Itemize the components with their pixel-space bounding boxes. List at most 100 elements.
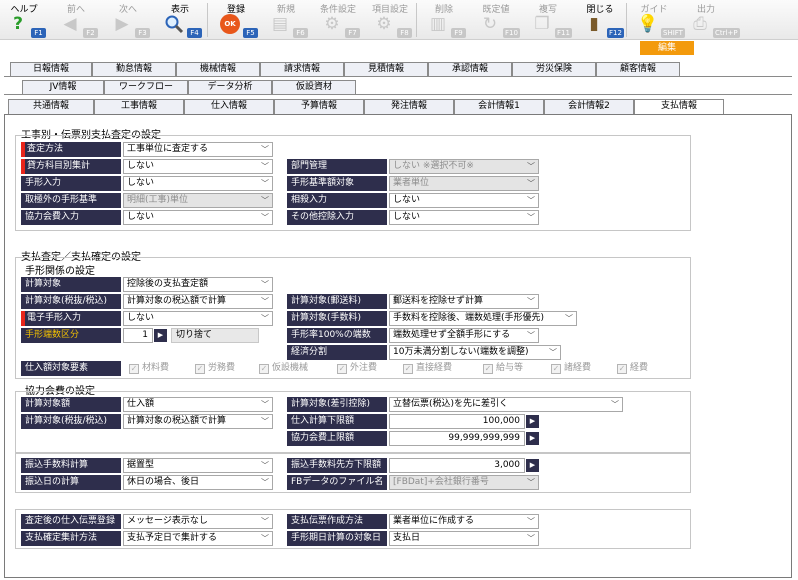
element-expense-checkbox[interactable]: ✓ 経費 (617, 361, 648, 376)
check-icon: ✓ (129, 364, 139, 374)
element-salary-checkbox[interactable]: ✓ 給与等 (483, 361, 523, 376)
chevron-down-icon: ﹀ (261, 417, 269, 426)
prev-button[interactable]: 前へ ◀ F2 (52, 0, 100, 40)
element-temporary-machine-checkbox[interactable]: ✓ 仮設機械 (259, 361, 308, 376)
transfer-fee-calc-select[interactable]: 据置型 ﹀ (123, 458, 273, 473)
bill-fraction-lookup-button[interactable]: ▶ (154, 329, 167, 342)
transfer-fee-calc-label: 振込手数料計算 (21, 458, 121, 473)
view-fkey: F4 (187, 28, 202, 38)
tab-budget[interactable]: 予算情報 (274, 99, 364, 114)
tab-payment[interactable]: 支払情報 (634, 99, 724, 115)
assess-method-select[interactable]: 工事単位に査定する ﹀ (123, 142, 273, 157)
trash-icon: ▥ (429, 14, 447, 34)
chevron-down-icon: ﹀ (261, 478, 269, 487)
chevron-down-icon: ﹀ (261, 213, 269, 222)
close-button[interactable]: 閉じる ▮ F12 (576, 0, 624, 40)
tab-accounting-2[interactable]: 会計情報2 (544, 99, 634, 114)
bill-rate-fraction-select[interactable]: 端数処理せず全額手形にする ﹀ (389, 328, 539, 343)
element-overhead-checkbox[interactable]: ✓ 諸経費 (551, 361, 591, 376)
calc-target-select[interactable]: 控除後の支払査定額 ﹀ (123, 277, 273, 292)
delete-button[interactable]: 削除 ▥ F9 (420, 0, 468, 40)
tab-estimate[interactable]: 見積情報 (344, 62, 428, 76)
element-direct-expense-checkbox[interactable]: ✓ 直接経費 (403, 361, 452, 376)
tab-billing[interactable]: 請求情報 (260, 62, 344, 76)
coop-calc-target-tax-select[interactable]: 計算対象の税込額で計算 ﹀ (123, 414, 273, 429)
coop-max-input[interactable]: 99,999,999,999 (389, 431, 525, 446)
tab-common[interactable]: 共通情報 (8, 99, 94, 114)
calc-target-deduction-select[interactable]: 立替伝票(税込)を先に差引く ﹀ (389, 397, 623, 412)
copy-icon: ❐ (534, 14, 550, 34)
element-overhead-label: 諸経費 (564, 363, 592, 373)
copy-fkey: F11 (555, 28, 572, 38)
transfer-date-calc-select[interactable]: 休日の場合、後日 ﹀ (123, 475, 273, 490)
tab-purchase[interactable]: 仕入情報 (184, 99, 274, 114)
calc-amount-select[interactable]: 仕入額 ﹀ (123, 397, 273, 412)
guide-button[interactable]: ガイド 💡 SHIFT (630, 0, 685, 40)
default-button[interactable]: 既定値 ↻ F10 (472, 0, 520, 40)
tab-daily-report[interactable]: 日報情報 (10, 62, 92, 76)
new-button[interactable]: 新規 ▤ F6 (262, 0, 310, 40)
calc-target-postage-select[interactable]: 郵送料を控除せず計算 ﹀ (389, 294, 539, 309)
bill-base-target-select: 業者単位 ﹀ (389, 176, 539, 191)
element-subcontract-checkbox[interactable]: ✓ 外注費 (337, 361, 377, 376)
tab-jv[interactable]: JV情報 (22, 80, 104, 94)
prev-fkey: F2 (83, 28, 98, 38)
element-material-checkbox[interactable]: ✓ 材料費 (129, 361, 169, 376)
transfer-fee-min-input[interactable]: 3,000 (389, 458, 525, 473)
chevron-down-icon: ﹀ (527, 297, 535, 306)
output-button[interactable]: 出力 ⎙ Ctrl+P (682, 0, 740, 40)
bill-due-date-target-select[interactable]: 支払日 ﹀ (389, 531, 539, 546)
tab-accounting-1[interactable]: 会計情報1 (454, 99, 544, 114)
tab-attendance[interactable]: 勤怠情報 (92, 62, 176, 76)
arrow-right-icon: ▶ (529, 417, 536, 425)
condition-button[interactable]: 条件設定 ⚙ F7 (314, 0, 362, 40)
post-assess-purchase-select[interactable]: メッセージ表示なし ﹀ (123, 514, 273, 529)
pay-confirm-method-select[interactable]: 支払予定日で集計する ﹀ (123, 531, 273, 546)
tab-labor-insurance[interactable]: 労災保険 (512, 62, 596, 76)
copy-button[interactable]: 複写 ❐ F11 (524, 0, 572, 40)
chevron-down-icon: ﹀ (261, 179, 269, 188)
tab-workflow[interactable]: ワークフロー (104, 80, 188, 94)
tab-customer[interactable]: 顧客情報 (596, 62, 680, 76)
bill-input-value: しない (127, 178, 155, 188)
transfer-fee-min-lookup-button[interactable]: ▶ (526, 459, 539, 472)
offset-input-select[interactable]: しない ﹀ (389, 193, 539, 208)
pay-slip-method-select[interactable]: 業者単位に作成する ﹀ (389, 514, 539, 529)
chevron-down-icon: ﹀ (565, 314, 573, 323)
bill-input-select[interactable]: しない ﹀ (123, 176, 273, 191)
check-icon: ✓ (337, 364, 347, 374)
purchase-min-lookup-button[interactable]: ▶ (526, 415, 539, 428)
calc-amount-label: 計算対象額 (21, 397, 121, 412)
register-button[interactable]: 登録 OK F5 (212, 0, 260, 40)
calc-target-tax-select[interactable]: 計算対象の税込額で計算 ﹀ (123, 294, 273, 309)
view-button[interactable]: 表示 F4 (156, 0, 204, 40)
purchase-min-input[interactable]: 100,000 (389, 414, 525, 429)
tab-construction[interactable]: 工事情報 (94, 99, 184, 114)
item-setting-button[interactable]: 項目設定 ⚙ F8 (366, 0, 414, 40)
check-icon: ✓ (403, 364, 413, 374)
coop-fee-input-select[interactable]: しない ﹀ (123, 210, 273, 225)
calc-target-fee-select[interactable]: 手数料を控除後、端数処理(手形優先) ﹀ (389, 311, 577, 326)
mode-tab-edit: 編集 (640, 41, 694, 55)
arrow-left-icon: ◀ (63, 14, 77, 34)
door-icon: ▮ (589, 14, 599, 34)
economic-split-select[interactable]: 10万未満分割しない(端数を調整) ﹀ (389, 345, 561, 360)
tab-order[interactable]: 発注情報 (364, 99, 454, 114)
chevron-down-icon: ﹀ (261, 461, 269, 470)
element-labor-checkbox[interactable]: ✓ 労務費 (195, 361, 235, 376)
tab-approval[interactable]: 承認情報 (428, 62, 512, 76)
tab-temporary-materials[interactable]: 仮設資材 (272, 80, 356, 94)
e-bill-input-select[interactable]: しない ﹀ (123, 311, 273, 326)
next-button[interactable]: 次へ ▶ F3 (104, 0, 152, 40)
other-deduction-select[interactable]: しない ﹀ (389, 210, 539, 225)
account-summary-label: 貸方科目別集計 (21, 159, 121, 174)
dept-mgmt-select: しない ※選択不可※ ﹀ (389, 159, 539, 174)
post-assess-purchase-label: 査定後の仕入伝票登録 (21, 514, 121, 529)
tab-machine[interactable]: 機械情報 (176, 62, 260, 76)
bill-fraction-input[interactable]: 1 (123, 328, 153, 343)
coop-max-lookup-button[interactable]: ▶ (526, 432, 539, 445)
account-summary-select[interactable]: しない ﹀ (123, 159, 273, 174)
bill-fraction-desc: 切り捨て (171, 328, 259, 343)
help-button[interactable]: ヘルプ ? F1 (0, 0, 48, 40)
tab-data-analysis[interactable]: データ分析 (188, 80, 272, 94)
